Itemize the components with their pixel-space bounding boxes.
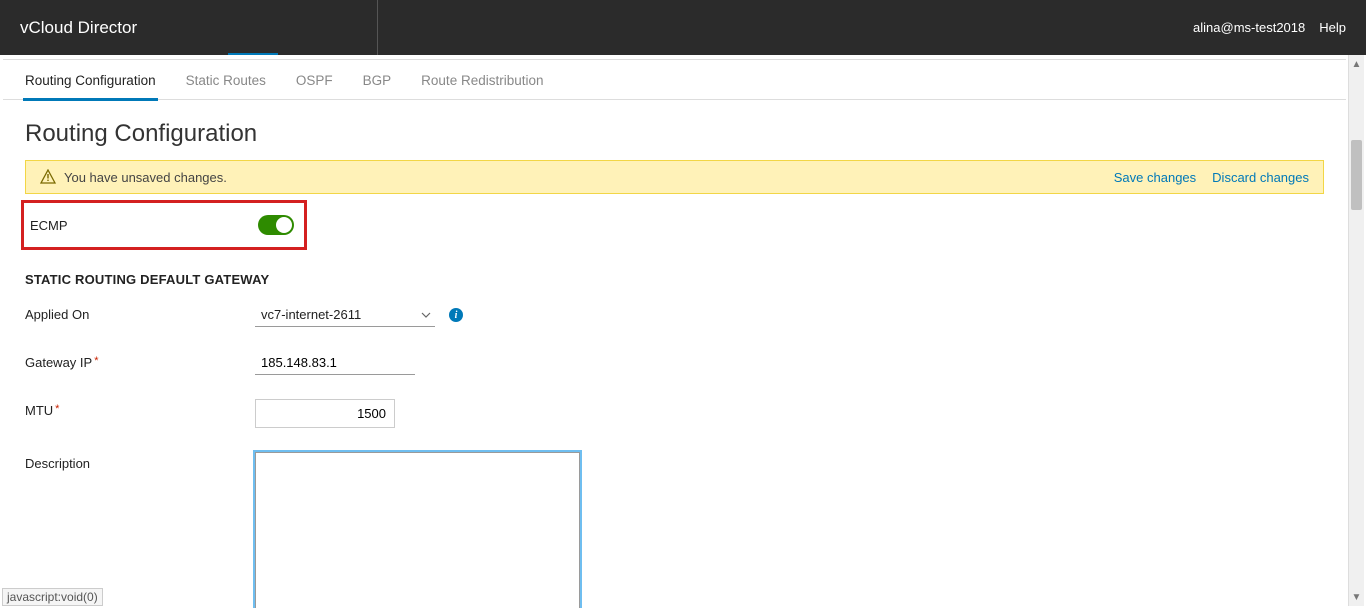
ecmp-highlight-box: ECMP <box>21 200 307 250</box>
ecmp-label: ECMP <box>30 218 68 233</box>
applied-on-value: vc7-internet-2611 <box>261 307 361 322</box>
discard-changes-link[interactable]: Discard changes <box>1212 170 1309 185</box>
warning-icon <box>40 169 56 185</box>
app-brand: vCloud Director <box>20 18 137 38</box>
static-routing-form: Applied On vc7-internet-2611 i Gateway I… <box>25 303 1324 608</box>
save-changes-link[interactable]: Save changes <box>1114 170 1196 185</box>
section-heading: STATIC ROUTING DEFAULT GATEWAY <box>25 272 1324 287</box>
alert-message: You have unsaved changes. <box>64 170 227 185</box>
chevron-down-icon <box>421 310 431 320</box>
tab-route-redistribution[interactable]: Route Redistribution <box>421 62 543 100</box>
page-title: Routing Configuration <box>25 120 1324 148</box>
applied-on-select[interactable]: vc7-internet-2611 <box>255 303 435 327</box>
status-bar-link: javascript:void(0) <box>2 588 103 606</box>
mtu-input[interactable] <box>255 399 395 428</box>
tab-bgp[interactable]: BGP <box>363 62 392 100</box>
ecmp-toggle[interactable] <box>258 215 294 235</box>
header-divider <box>377 0 378 55</box>
help-link[interactable]: Help <box>1319 20 1346 35</box>
app-header: vCloud Director alina@ms-test2018 Help <box>0 0 1366 55</box>
tab-ospf[interactable]: OSPF <box>296 62 333 100</box>
sub-tabs: Routing Configuration Static Routes OSPF… <box>3 62 1346 100</box>
mtu-label: MTU* <box>25 399 255 418</box>
gateway-ip-label: Gateway IP* <box>25 351 255 370</box>
description-textarea[interactable] <box>255 452 580 608</box>
tab-static-routes[interactable]: Static Routes <box>186 62 266 100</box>
applied-on-label: Applied On <box>25 303 255 322</box>
scroll-down-icon[interactable]: ▼ <box>1352 590 1361 604</box>
scroll-thumb[interactable] <box>1351 140 1362 210</box>
user-name[interactable]: alina@ms-test2018 <box>1193 20 1305 35</box>
gateway-ip-input[interactable] <box>255 351 415 375</box>
toggle-knob <box>276 217 292 233</box>
scroll-up-icon[interactable]: ▲ <box>1352 57 1361 71</box>
unsaved-changes-alert: You have unsaved changes. Save changes D… <box>25 160 1324 194</box>
vertical-scrollbar[interactable]: ▲ ▼ <box>1348 55 1364 606</box>
tab-routing-configuration[interactable]: Routing Configuration <box>25 62 156 100</box>
info-icon[interactable]: i <box>449 308 463 322</box>
description-label: Description <box>25 452 255 471</box>
